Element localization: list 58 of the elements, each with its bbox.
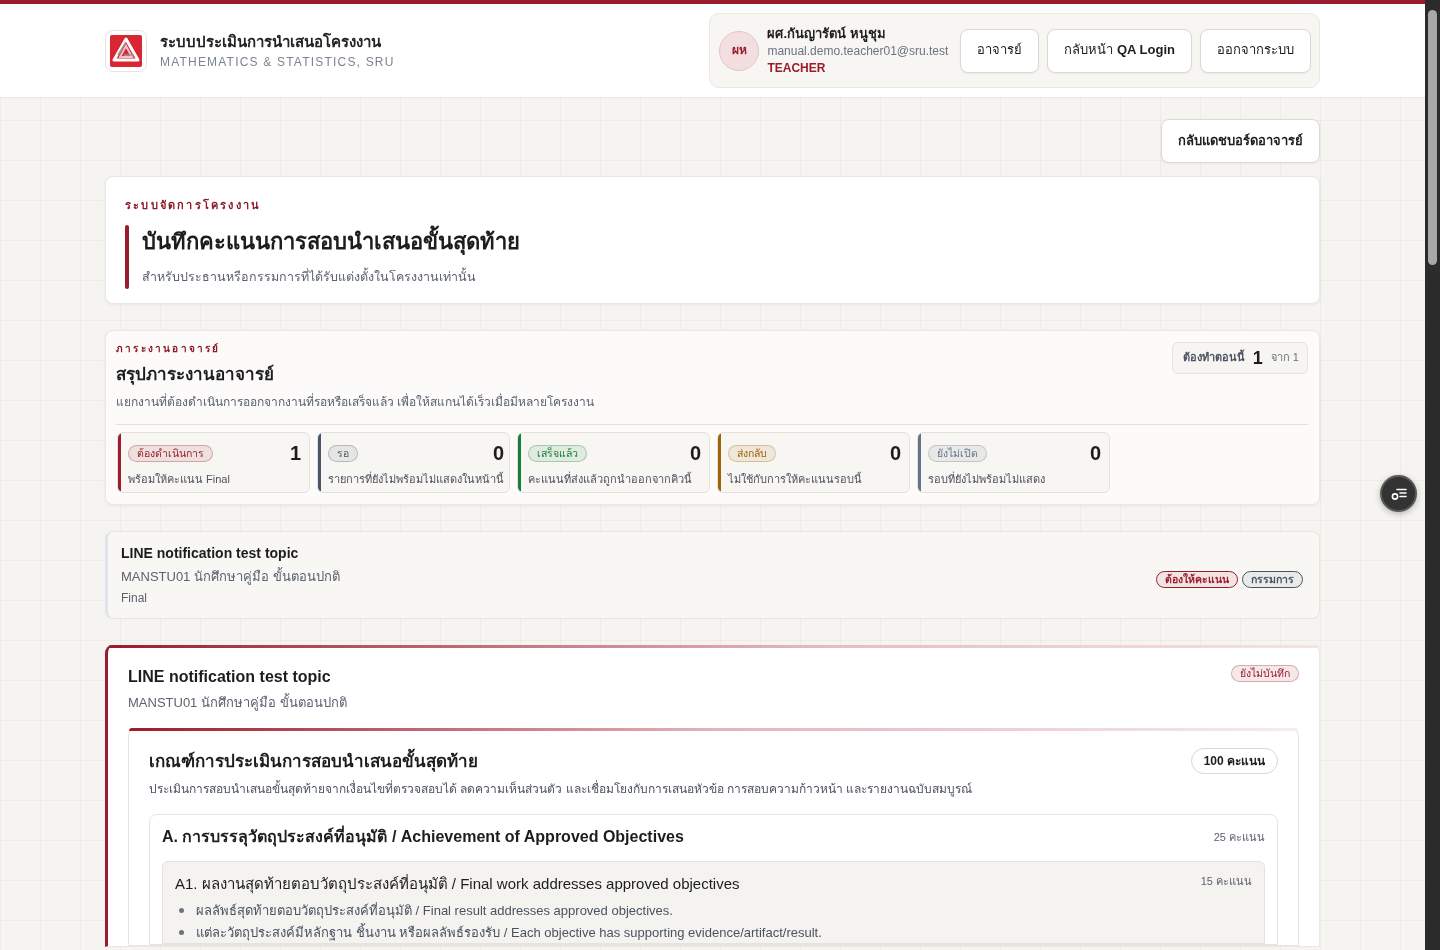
- status-caption: รอบที่ยังไม่พร้อมไม่แสดง: [928, 472, 1046, 486]
- criterion-points: 15 คะแนน: [1200, 874, 1252, 888]
- scrollbar-thumb[interactable]: [1428, 10, 1437, 265]
- floating-menu-button[interactable]: [1380, 475, 1417, 512]
- status-label: เสร็จแล้ว: [528, 444, 587, 462]
- project-student: MANSTU01 นักศึกษาคู่มือ ขั้นตอนปกติ: [121, 568, 340, 586]
- project-title: LINE notification test topic: [121, 544, 300, 562]
- user-email: manual.demo.teacher01@sru.test: [767, 43, 949, 59]
- header-button[interactable]: กลับหน้า QA Login: [1047, 28, 1192, 73]
- app-title: ระบบประเมินการนำเสนอโครงงาน: [160, 31, 382, 52]
- status-count: 0: [889, 441, 901, 465]
- status-label: รอ: [328, 444, 358, 462]
- user-role: TEACHER: [767, 60, 827, 76]
- criterion-title: A1. ผลงานสุดท้ายตอบวัตถุประสงค์ที่อนุมัติ / Final work addresses approved objectives: [175, 874, 740, 893]
- project-title: LINE notification test topic: [128, 667, 332, 687]
- counter-label: ต้องทำตอนนี้: [1182, 351, 1245, 365]
- bullet-icon: [179, 929, 184, 935]
- status-label: ต้องดำเนินการ: [128, 444, 213, 462]
- status-caption: รายการที่ยังไม่พร้อมไม่แสดงในหน้านี้: [328, 472, 504, 486]
- queue-item-card[interactable]: LINE notification test topic MANSTU01 นักศึกษาคู่มือ ขั้นตอนปกติ Final ต้องให้คะแนน กรรมการ: [105, 531, 1320, 619]
- back-button[interactable]: กลับแดชบอร์ดอาจารย์: [1161, 119, 1320, 163]
- status-tag: ต้องให้คะแนน: [1156, 570, 1238, 588]
- rubric-description: ประเมินการสอบนำเสนอขั้นสุดท้ายจากเงื่อนไขที่ตรวจสอบได้ ลดความเห็นส่วนตัว และเชื่อมโยงกับการเสนอหัวข้อ การสอบความก้าวหน้า และรายงานฉบับสมบูรณ์: [149, 781, 973, 797]
- counter-total: จาก 1: [1270, 351, 1299, 365]
- workload-title: สรุปภาระงานอาจารย์: [116, 364, 275, 386]
- total-points-badge: 100 คะแนน: [1190, 748, 1278, 774]
- criterion-text: ผลลัพธ์สุดท้ายตอบวัตถุประสงค์ที่อนุมัติ / Final result addresses approved objectives.: [196, 901, 673, 919]
- status-caption: ไม่ใช้กับการให้คะแนนรอบนี้: [728, 472, 863, 486]
- user-name: ผศ.กันญารัตน์ หนูชุม: [767, 25, 887, 42]
- accent-bar: [125, 225, 129, 289]
- bullet-icon: [179, 907, 184, 913]
- app-subtitle: MATHEMATICS & STATISTICS, SRU: [160, 53, 395, 70]
- user-avatar: ผห: [719, 30, 760, 71]
- status-count: 0: [492, 441, 504, 465]
- status-label: ยังไม่เปิด: [928, 444, 987, 462]
- logo-icon: [105, 29, 147, 72]
- scrollbar[interactable]: [1425, 0, 1440, 950]
- section-points: 25 คะแนน: [1213, 830, 1265, 844]
- section-eyebrow: ระบบจัดการโครงงาน: [125, 198, 263, 212]
- status-label: ส่งกลับ: [728, 444, 776, 462]
- status-count: 1: [289, 441, 301, 465]
- header-button[interactable]: อาจารย์: [960, 28, 1040, 73]
- status-caption: พร้อมให้คะแนน Final: [128, 472, 231, 486]
- status-tag: กรรมการ: [1242, 570, 1303, 588]
- header-button[interactable]: ออกจากระบบ: [1200, 28, 1311, 73]
- project-student: MANSTU01 นักศึกษาคู่มือ ขั้นตอนปกติ: [128, 694, 347, 712]
- section-eyebrow: ภาระงานอาจารย์: [116, 342, 222, 356]
- save-status-badge: ยังไม่บันทึก: [1231, 665, 1299, 682]
- list-settings-icon: [1390, 486, 1407, 501]
- page-subtitle: สำหรับประธานหรือกรรมการที่ได้รับแต่งตั้งในโครงงานเท่านั้น: [142, 269, 520, 286]
- status-count: 0: [689, 441, 701, 465]
- exam-round: Final: [121, 590, 148, 606]
- status-caption: คะแนนที่ส่งแล้วถูกนำออกจากคิวนี้: [528, 472, 693, 486]
- criterion-text: แต่ละวัตถุประสงค์มีหลักฐาน ชิ้นงาน หรือผลลัพธ์รองรับ / Each objective has supporting evidence/artifact/result.: [196, 923, 822, 941]
- section-title: A. การบรรลุวัตถุประสงค์ที่อนุมัติ / Achievement of Approved Objectives: [162, 827, 684, 847]
- status-count: 0: [1089, 441, 1101, 465]
- workload-description: แยกงานที่ต้องดำเนินการออกจากงานที่รอหรือเสร็จแล้ว เพื่อให้สแกนได้เร็วเมื่อมีหลายโครงงาน: [116, 394, 595, 410]
- counter-value: 1: [1252, 346, 1263, 370]
